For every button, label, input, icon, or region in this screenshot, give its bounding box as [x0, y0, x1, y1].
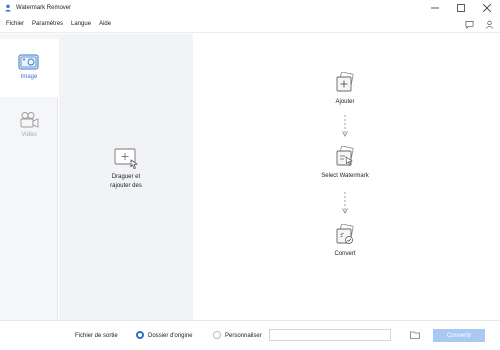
menu-parametres[interactable]: Paramètres	[32, 21, 63, 27]
maximize-icon[interactable]	[448, 0, 474, 16]
user-icon[interactable]	[484, 19, 494, 29]
steps-panel: Ajouter Select Watermark Convert	[194, 34, 500, 320]
radio-custom[interactable]	[213, 331, 221, 339]
step-select-watermark: Select Watermark	[320, 146, 370, 179]
sidebar-item-label: Vidéo	[21, 132, 37, 138]
drop-zone[interactable]: Draguer et rajouter des	[59, 34, 193, 320]
step-arrow	[342, 192, 348, 214]
radio-custom-label[interactable]: Personnaliser	[225, 333, 262, 339]
output-path-field[interactable]	[269, 329, 391, 341]
convert-button[interactable]: Convertir	[433, 329, 485, 342]
drop-zone-text: Draguer et rajouter des	[110, 174, 142, 189]
step-select-watermark-label: Select Watermark	[321, 173, 369, 179]
select-watermark-icon	[336, 146, 354, 166]
menu-langue[interactable]: Langue	[71, 21, 91, 27]
title-bar: Watermark Remover	[0, 0, 500, 16]
radio-origin-folder-label[interactable]: Dossier d'origine	[148, 333, 193, 339]
menu-fichier[interactable]: Fichier	[6, 21, 24, 27]
image-icon	[18, 54, 39, 70]
chat-icon[interactable]	[464, 19, 474, 29]
output-label: Fichier de sortie	[75, 333, 118, 339]
step-convert-label: Convert	[334, 251, 356, 257]
sidebar-item-video[interactable]: Vidéo	[0, 97, 58, 155]
menu-aide[interactable]: Aide	[99, 21, 111, 27]
folder-icon[interactable]	[410, 330, 420, 340]
video-camera-icon	[20, 112, 39, 128]
app-logo-icon	[5, 4, 11, 12]
add-image-icon	[114, 148, 139, 169]
close-icon[interactable]	[474, 0, 500, 16]
step-arrow	[342, 115, 348, 137]
radio-origin-folder[interactable]	[136, 331, 144, 339]
step-convert: Convert	[320, 224, 370, 257]
add-files-icon	[336, 72, 354, 92]
sidebar: Image Vidéo	[0, 34, 58, 320]
sidebar-item-image[interactable]: Image	[0, 39, 58, 97]
convert-icon	[336, 224, 354, 244]
window-controls	[422, 0, 500, 16]
output-bar: Fichier de sortie Dossier d'origine Pers…	[0, 320, 500, 350]
window-title: Watermark Remover	[16, 5, 72, 11]
menu-bar: Fichier Paramètres Langue Aide	[0, 16, 500, 33]
minimize-icon[interactable]	[422, 0, 448, 16]
step-add-label: Ajouter	[335, 99, 355, 105]
step-add: Ajouter	[320, 72, 370, 105]
sidebar-item-label: Image	[20, 74, 38, 80]
